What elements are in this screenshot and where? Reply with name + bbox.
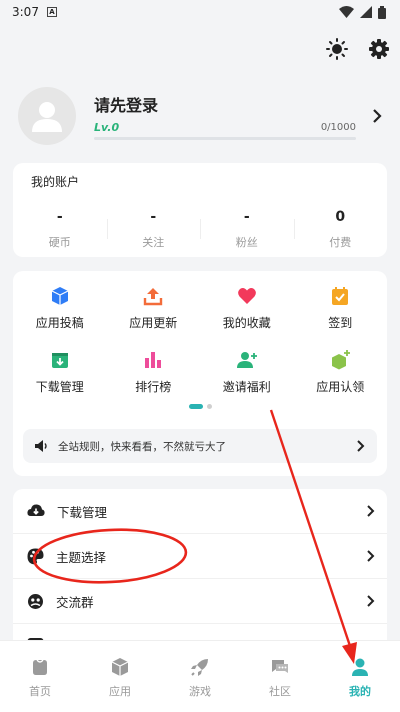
calendar-check-icon [329,285,351,307]
sim-icon: A [46,7,57,17]
gear-icon [369,39,389,59]
rocket-icon [191,659,208,676]
bottom-tab-bar: 首页 应用 游戏 社区 我的 [0,640,400,712]
stat-value: - [56,209,63,225]
stat-value: - [150,209,157,225]
tab-label: 我的 [349,685,371,698]
exp-count: 0/1000 [320,122,356,133]
grid-label: 应用投稿 [35,316,84,330]
stat-label: 粉丝 [235,236,258,249]
grid-item-app-update[interactable]: 应用更新 [107,281,201,335]
tab-label: 游戏 [189,685,211,698]
grid-label: 邀请福利 [222,380,271,394]
stat-label: 付费 [329,236,352,249]
tab-home[interactable]: 首页 [0,641,80,712]
tab-label: 首页 [29,685,51,698]
sun-icon [326,38,348,60]
menu-label: 下载管理 [57,504,108,520]
profile-header[interactable]: 请先登录 Lv.0 0/1000 [18,86,382,146]
palette-icon [27,548,44,564]
grid-item-check-in[interactable]: 签到 [294,281,388,335]
menu-item-download-manager[interactable]: 下载管理 [13,489,387,534]
grid-label: 我的收藏 [222,316,271,330]
cube-icon [111,658,129,676]
stat-following[interactable]: - 关注 [106,209,201,250]
add-user-icon [236,349,258,371]
exp-progress-bar [94,137,356,140]
stat-label: 硬币 [48,236,71,249]
cube-plus-icon [329,349,351,371]
feature-grid-card: 应用投稿 应用更新 我的收藏 签到 下载管理 排行榜 邀请福利 应用认领 全站规… [13,271,387,476]
grid-item-submit-app[interactable]: 应用投稿 [13,281,107,335]
battery-icon [378,5,386,19]
chevron-right-icon[interactable] [356,440,365,452]
menu-card: 下载管理 主题选择 交流群 [13,489,387,649]
cloud-download-icon [27,504,45,516]
theme-toggle-button[interactable] [326,38,348,60]
heart-icon [236,285,258,307]
chat-icon [272,660,288,673]
chevron-right-icon [367,550,375,562]
page-indicator [13,404,387,409]
default-avatar-icon [32,102,62,132]
tab-mine[interactable]: 我的 [320,641,400,712]
grid-label: 排行榜 [135,380,172,394]
speaker-icon [35,440,47,452]
home-icon [33,659,47,675]
upload-icon [142,285,164,307]
stat-value: - [243,209,250,225]
grid-item-invite[interactable]: 邀请福利 [200,345,294,399]
grid-item-ranking[interactable]: 排行榜 [107,345,201,399]
tab-games[interactable]: 游戏 [160,641,240,712]
chevron-right-icon [367,505,375,517]
tab-apps[interactable]: 应用 [80,641,160,712]
grid-item-claim-app[interactable]: 应用认领 [294,345,388,399]
stat-fans[interactable]: - 粉丝 [200,209,294,250]
profile-info: 请先登录 Lv.0 0/1000 [94,92,366,140]
menu-item-theme[interactable]: 主题选择 [13,534,387,579]
chevron-right-icon [367,595,375,607]
avatar[interactable] [18,87,76,145]
stat-label: 关注 [142,236,165,249]
grid-label: 签到 [328,316,353,330]
download-box-icon [49,349,71,371]
grid-item-download-manager[interactable]: 下载管理 [13,345,107,399]
stat-value: 0 [335,209,346,225]
login-prompt[interactable]: 请先登录 [94,92,366,116]
settings-button[interactable] [368,38,390,60]
grid-label: 应用更新 [129,316,178,330]
person-icon [352,658,368,676]
wifi-icon [339,6,354,18]
grid-label: 应用认领 [316,380,365,394]
account-card: 我的账户 - 硬币 - 关注 - 粉丝 0 付费 [13,163,387,257]
menu-label: 主题选择 [56,549,107,565]
feature-grid: 应用投稿 应用更新 我的收藏 签到 下载管理 排行榜 邀请福利 应用认领 [13,281,387,399]
signal-icon [360,6,372,18]
notice-text: 全站规则，快来看看，不然就亏大了 [58,440,226,453]
status-time: 3:07 [12,5,39,19]
tab-community[interactable]: 社区 [240,641,320,712]
account-title: 我的账户 [31,175,80,189]
status-bar: 3:07 A [0,0,400,24]
grid-item-favorites[interactable]: 我的收藏 [200,281,294,335]
notice-banner[interactable]: 全站规则，快来看看，不然就亏大了 [23,429,377,463]
chevron-right-icon[interactable] [372,109,382,123]
menu-item-group-chat[interactable]: 交流群 [13,579,387,624]
page-dot[interactable] [206,404,212,409]
group-icon [28,593,43,609]
menu-label: 交流群 [56,594,94,610]
top-actions [326,38,390,60]
grid-label: 下载管理 [35,380,84,394]
tab-label: 社区 [269,685,291,698]
stat-coins[interactable]: - 硬币 [13,209,107,250]
account-stats: - 硬币 - 关注 - 粉丝 0 付费 [13,209,387,250]
stat-paid[interactable]: 0 付费 [293,209,388,250]
level-badge: Lv.0 [94,121,120,134]
cube-icon [49,285,71,307]
page-dot-active[interactable] [188,404,203,409]
bar-chart-icon [142,349,164,371]
tab-label: 应用 [109,685,131,698]
